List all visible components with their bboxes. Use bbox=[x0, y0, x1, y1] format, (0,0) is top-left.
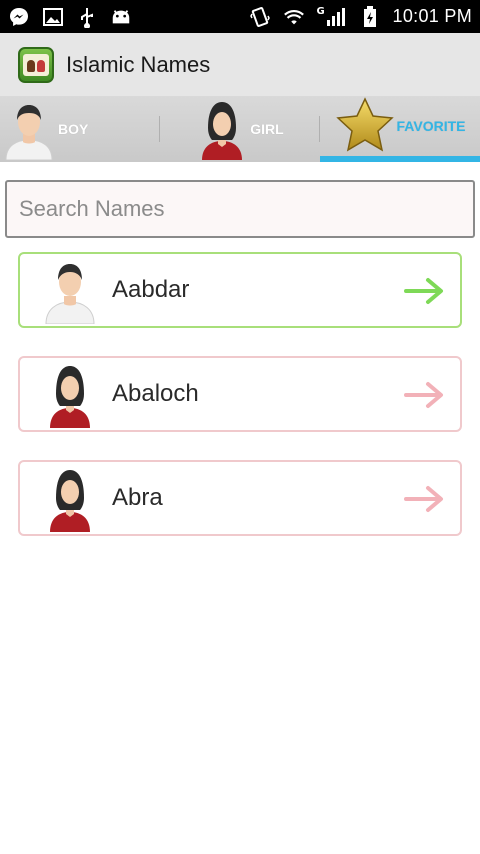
status-bar: G 10:01 PM bbox=[0, 0, 480, 33]
signal-icon: G bbox=[317, 6, 347, 28]
messenger-icon bbox=[8, 6, 30, 28]
vibrate-icon bbox=[249, 6, 271, 28]
arrow-right-icon[interactable] bbox=[404, 276, 448, 306]
image-icon bbox=[42, 6, 64, 28]
action-bar: Islamic Names bbox=[0, 33, 480, 96]
battery-icon bbox=[359, 5, 381, 28]
usb-icon bbox=[76, 6, 98, 28]
boy-avatar-icon bbox=[5, 105, 53, 160]
tab-boy-label: BOY bbox=[58, 121, 89, 137]
list-item-name: Abaloch bbox=[112, 380, 199, 407]
tab-bar: BOY GIRL FAVORITE bbox=[0, 96, 480, 162]
list-item[interactable]: Aabdar bbox=[18, 252, 462, 328]
list-item[interactable]: Abra bbox=[18, 460, 462, 536]
wifi-icon bbox=[283, 6, 305, 28]
list-item-name: Aabdar bbox=[112, 276, 190, 303]
girl-avatar-icon bbox=[50, 470, 90, 532]
list-item[interactable]: Abaloch bbox=[18, 356, 462, 432]
star-icon bbox=[335, 97, 394, 152]
tab-boy[interactable]: BOY bbox=[0, 96, 160, 162]
arrow-right-icon[interactable] bbox=[404, 380, 448, 410]
tab-girl[interactable]: GIRL bbox=[160, 96, 320, 162]
search-box[interactable] bbox=[5, 180, 475, 238]
tab-girl-label: GIRL bbox=[250, 121, 284, 137]
boy-avatar-icon bbox=[45, 264, 95, 324]
app-title: Islamic Names bbox=[66, 51, 211, 77]
tab-favorite[interactable]: FAVORITE bbox=[320, 96, 480, 162]
status-time: 10:01 PM bbox=[392, 6, 472, 26]
tab-favorite-label: FAVORITE bbox=[396, 118, 466, 134]
search-input[interactable] bbox=[19, 196, 473, 222]
girl-avatar-icon bbox=[50, 366, 90, 428]
app-logo-icon[interactable] bbox=[18, 46, 54, 83]
girl-avatar-icon bbox=[202, 102, 243, 160]
network-type: G bbox=[316, 5, 325, 17]
android-icon bbox=[110, 6, 132, 28]
list-item-name: Abra bbox=[112, 484, 163, 511]
arrow-right-icon[interactable] bbox=[404, 484, 448, 514]
